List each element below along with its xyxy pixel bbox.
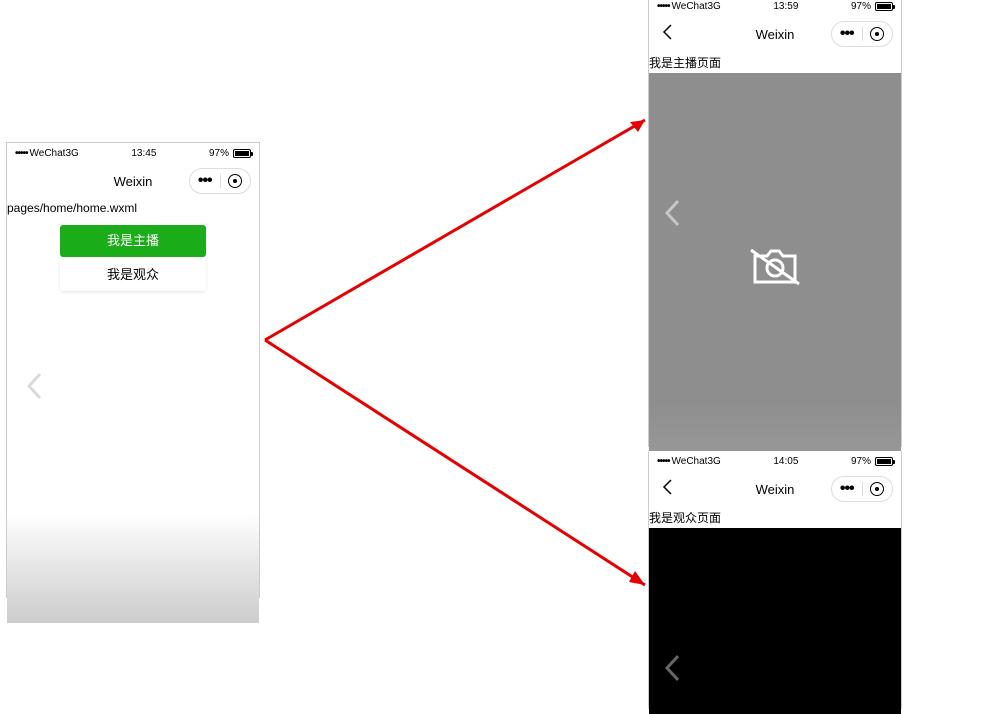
target-icon [228,174,242,188]
status-bar: ••••• WeChat3G 13:45 97% [7,143,259,163]
carrier-label: WeChat3G [672,1,721,12]
carrier-label: WeChat3G [672,456,721,467]
nav-title: Weixin [756,27,795,42]
back-button[interactable] [657,478,677,501]
nav-bar: Weixin ••• [649,471,901,507]
chevron-left-icon [663,198,681,228]
back-button[interactable] [657,23,677,46]
nav-capsule: ••• [831,476,893,502]
phone-home: ••••• WeChat3G 13:45 97% Weixin ••• page… [6,142,260,598]
status-bar: ••••• WeChat3G 13:59 97% [649,0,901,16]
battery-icon [875,2,893,11]
page-path-label: pages/home/home.wxml [7,199,259,217]
signal-dots-icon: ••••• [657,1,670,12]
capsule-menu-button[interactable]: ••• [832,480,862,498]
capsule-menu-button[interactable]: ••• [832,25,862,43]
nav-bar: Weixin ••• [7,163,259,199]
status-time: 14:05 [773,456,798,467]
chevron-left-icon [661,23,673,41]
audience-content [649,528,901,714]
nav-bar: Weixin ••• [649,16,901,52]
status-time: 13:59 [773,1,798,12]
chevron-left-icon [25,371,43,401]
target-icon [870,27,884,41]
phone-audience: ••••• WeChat3G 14:05 97% Weixin ••• 我是观众… [648,451,902,709]
anchor-content [649,73,901,460]
phone-anchor: ••••• WeChat3G 13:59 97% Weixin ••• 我是主播… [648,0,902,447]
battery-pct: 97% [851,1,871,12]
status-time: 13:45 [131,148,156,159]
capsule-close-button[interactable] [863,482,893,496]
anchor-page-label: 我是主播页面 [649,52,901,73]
battery-pct: 97% [851,456,871,467]
capsule-close-button[interactable] [221,174,251,188]
bottom-gradient [7,513,259,623]
signal-dots-icon: ••••• [657,456,670,467]
audience-button[interactable]: 我是观众 [60,259,206,291]
home-content: 我是主播 我是观众 [7,225,259,623]
status-bar: ••••• WeChat3G 14:05 97% [649,451,901,471]
nav-title: Weixin [756,482,795,497]
anchor-button[interactable]: 我是主播 [60,225,206,257]
nav-title: Weixin [114,174,153,189]
chevron-left-icon [661,478,673,496]
capsule-menu-button[interactable]: ••• [190,172,220,190]
battery-pct: 97% [209,148,229,159]
battery-icon [875,457,893,466]
signal-dots-icon: ••••• [15,148,28,159]
audience-page-label: 我是观众页面 [649,507,901,528]
nav-capsule: ••• [189,168,251,194]
flow-arrow-anchor [260,115,650,345]
target-icon [870,482,884,496]
capsule-close-button[interactable] [863,27,893,41]
carrier-label: WeChat3G [30,148,79,159]
camera-off-icon [747,246,803,288]
flow-arrow-audience [260,335,650,590]
chevron-left-icon [663,653,681,683]
nav-capsule: ••• [831,21,893,47]
battery-icon [233,149,251,158]
